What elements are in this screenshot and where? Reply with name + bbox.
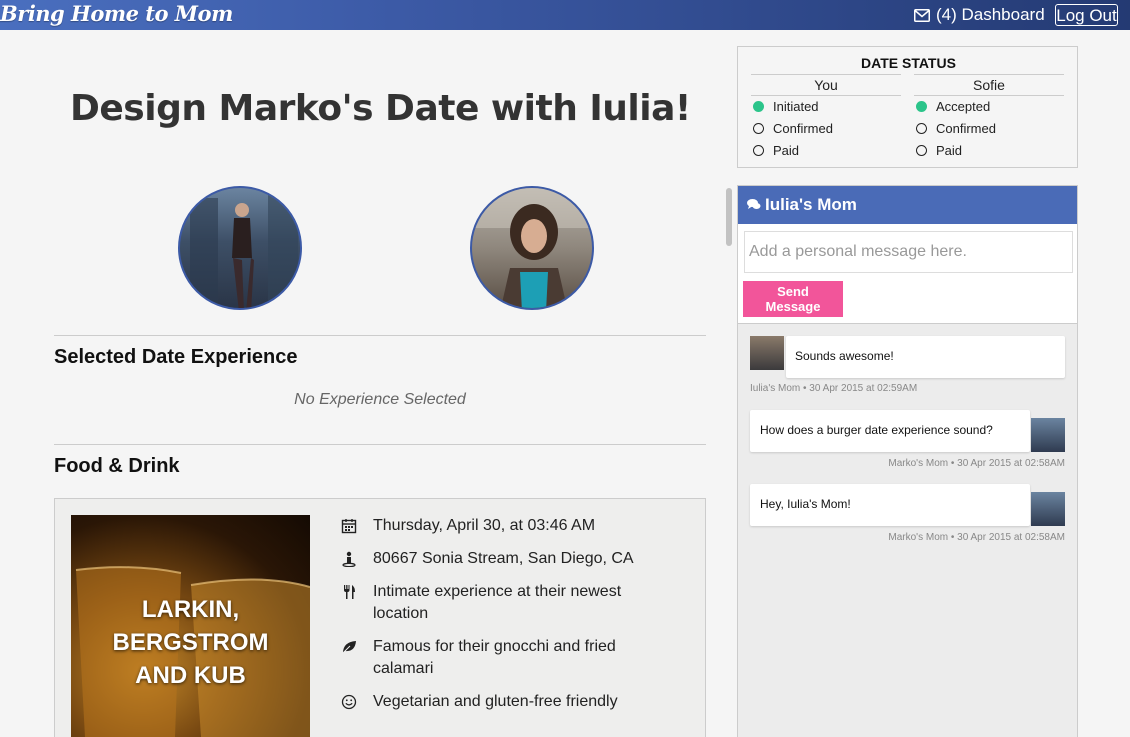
status-label: Initiated [773, 99, 819, 114]
status-label: Accepted [936, 99, 991, 114]
experience-image[interactable]: LARKIN, BERGSTROM AND KUB [71, 515, 310, 737]
chat-panel: Iulia's Mom Send Message Sounds awesome!… [737, 185, 1078, 737]
sender-avatar [750, 336, 784, 370]
scrollbar[interactable] [724, 186, 733, 737]
chat-message: Hey, Iulia's Mom! [750, 484, 1030, 526]
status-item: Confirmed [914, 118, 1064, 140]
chat-bubbles-icon [747, 199, 761, 209]
dashboard-label: (4) Dashboard [936, 5, 1045, 24]
location-person-icon [342, 551, 356, 567]
dashboard-link[interactable]: (4) Dashboard [914, 5, 1045, 25]
status-label: Confirmed [773, 121, 833, 136]
sender-avatar [1031, 492, 1065, 526]
status-column-you: You Initiated Confirmed Paid [751, 74, 901, 162]
detail-text: Vegetarian and gluten-free friendly [373, 693, 618, 710]
circle-empty-icon [753, 145, 764, 156]
experience-detail-date: Thursday, April 30, at 03:46 AM [341, 515, 651, 537]
status-column-heading: You [751, 74, 901, 96]
experience-detail-location: 80667 Sonia Stream, San Diego, CA [341, 548, 651, 570]
section-divider [54, 335, 706, 336]
status-column-sofie: Sofie Accepted Confirmed Paid [914, 74, 1064, 162]
detail-text: Famous for their gnocchi and fried calam… [373, 638, 616, 677]
date-status-title: DATE STATUS [861, 55, 956, 71]
experience-detail-dietary: Vegetarian and gluten-free friendly [341, 691, 651, 713]
status-column-heading: Sofie [914, 74, 1064, 96]
status-item: Confirmed [751, 118, 901, 140]
avatar-marko [178, 186, 302, 310]
utensils-icon [344, 585, 355, 599]
status-label: Confirmed [936, 121, 996, 136]
message-meta: Marko's Mom • 30 Apr 2015 at 02:58AM [888, 458, 1065, 469]
message-text: Hey, Iulia's Mom! [760, 497, 851, 511]
leaf-icon [341, 641, 356, 655]
food-drink-heading: Food & Drink [54, 455, 180, 477]
selected-experience-heading: Selected Date Experience [54, 346, 298, 368]
message-meta: Iulia's Mom • 30 Apr 2015 at 02:59AM [750, 383, 918, 394]
send-message-button[interactable]: Send Message [743, 281, 843, 317]
chat-compose: Send Message [738, 224, 1077, 324]
check-filled-icon [916, 101, 927, 112]
avatar-iulia [470, 186, 594, 310]
circle-empty-icon [753, 123, 764, 134]
message-input[interactable] [744, 231, 1073, 273]
status-item: Paid [751, 140, 901, 162]
date-status-panel: DATE STATUS You Initiated Confirmed Paid… [737, 46, 1078, 168]
circle-empty-icon [916, 123, 927, 134]
status-label: Paid [773, 143, 800, 158]
top-nav-bar: Bring Home to Mom (4) Dashboard Log Out [0, 0, 1130, 30]
sender-avatar [1031, 418, 1065, 452]
chat-message: Sounds awesome! [786, 336, 1065, 378]
status-label: Paid [936, 143, 963, 158]
chat-title: Iulia's Mom [765, 195, 857, 214]
person-photo [190, 188, 298, 308]
section-divider [54, 444, 706, 445]
no-experience-text: No Experience Selected [294, 391, 466, 408]
detail-text: Thursday, April 30, at 03:46 AM [373, 517, 596, 534]
experience-name: LARKIN, BERGSTROM AND KUB [112, 596, 269, 689]
experience-detail-specialty: Famous for their gnocchi and fried calam… [341, 636, 651, 680]
experience-card[interactable]: LARKIN, BERGSTROM AND KUB Thursday, Apri… [54, 498, 706, 737]
calendar-icon [341, 519, 357, 534]
message-meta: Marko's Mom • 30 Apr 2015 at 02:58AM [888, 532, 1065, 543]
detail-text: 80667 Sonia Stream, San Diego, CA [373, 550, 634, 567]
message-text: Sounds awesome! [795, 349, 894, 363]
brand-logo[interactable]: Bring Home to Mom [0, 1, 233, 26]
check-filled-icon [753, 101, 764, 112]
message-text: How does a burger date experience sound? [760, 423, 993, 437]
logout-button[interactable]: Log Out [1055, 4, 1118, 26]
envelope-icon [914, 8, 930, 22]
circle-empty-icon [916, 145, 927, 156]
smile-icon [341, 694, 357, 710]
status-item: Accepted [914, 96, 1064, 118]
experience-detail-description: Intimate experience at their newest loca… [341, 581, 651, 625]
person-photo [472, 188, 592, 308]
chat-header: Iulia's Mom [738, 186, 1077, 224]
chat-message: How does a burger date experience sound? [750, 410, 1030, 452]
scrollbar-thumb[interactable] [726, 188, 732, 246]
status-item: Initiated [751, 96, 901, 118]
detail-text: Intimate experience at their newest loca… [373, 583, 622, 622]
status-item: Paid [914, 140, 1064, 162]
page-title: Design Marko's Date with Iulia! [70, 88, 691, 129]
